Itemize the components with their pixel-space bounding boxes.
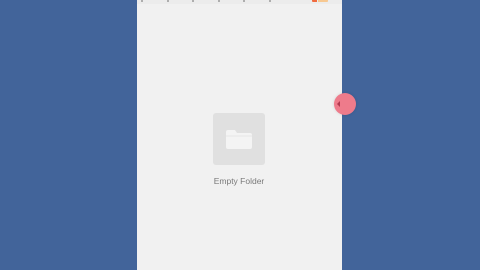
battery-icon: [312, 0, 328, 2]
empty-folder-illustration: [213, 113, 265, 165]
file-manager-screen: Empty Folder: [137, 0, 342, 270]
chevron-left-icon: [337, 101, 340, 107]
floating-side-handle[interactable]: [334, 93, 356, 115]
left-background-panel: [0, 0, 137, 270]
status-indicator: [243, 0, 246, 2]
battery-cell-b: [318, 0, 328, 2]
folder-icon: [224, 127, 254, 151]
status-indicator: [192, 0, 195, 2]
right-background-panel: [342, 0, 480, 270]
folder-glyph: [226, 130, 252, 149]
empty-folder-label: Empty Folder: [213, 176, 265, 186]
status-bar-indicators: [141, 0, 271, 2]
battery-cell-a: [312, 0, 317, 2]
status-indicator: [166, 0, 169, 2]
status-indicator: [141, 0, 143, 2]
status-indicator: [217, 0, 220, 2]
status-bar: [137, 0, 342, 4]
status-indicator: [268, 0, 271, 2]
